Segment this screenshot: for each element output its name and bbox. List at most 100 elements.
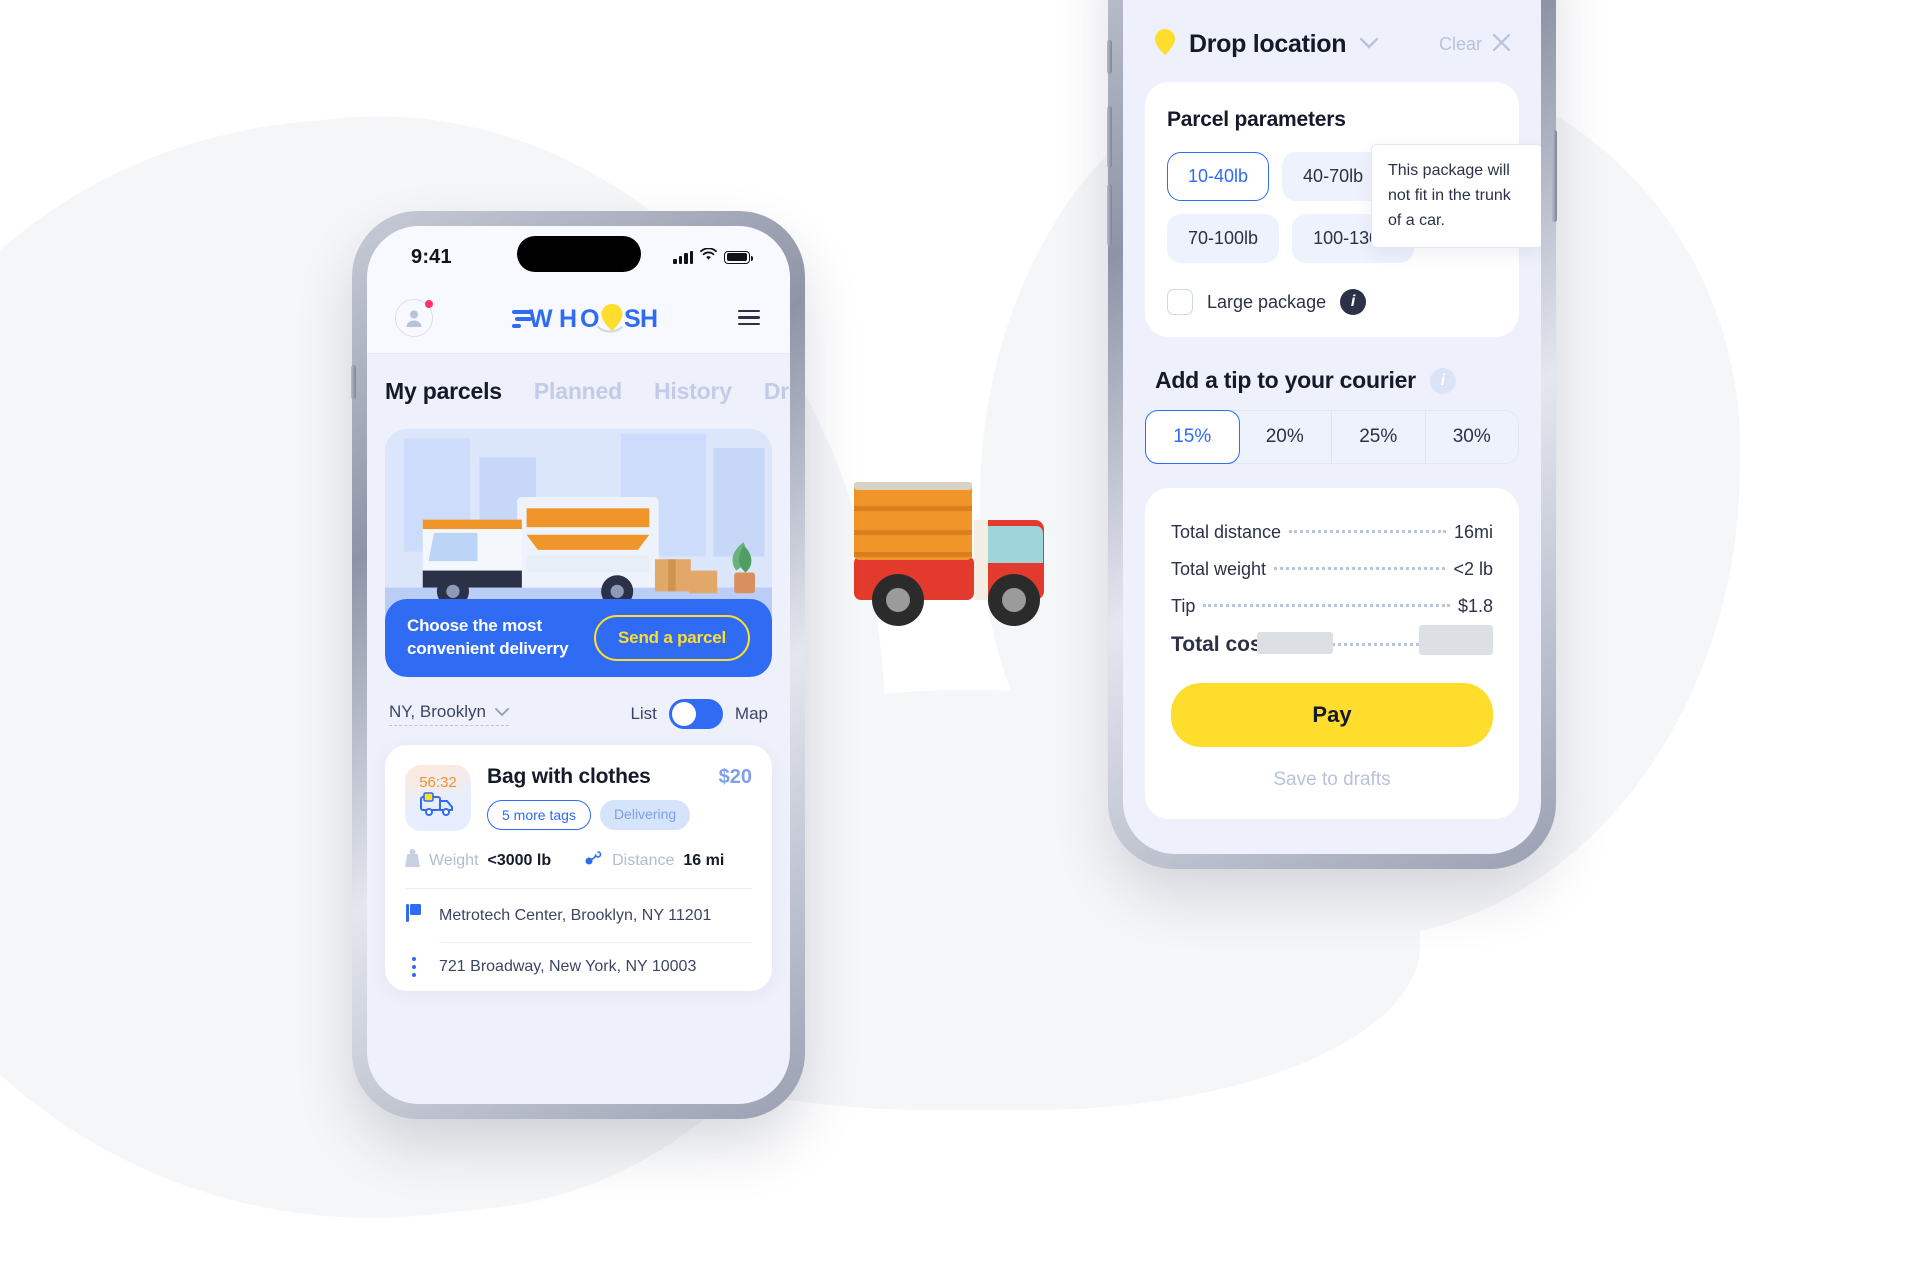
phone-silent-button [1107, 40, 1112, 74]
distance-meta: Distance 16 mi [585, 849, 724, 872]
location-selector[interactable]: NY, Brooklyn [389, 702, 510, 726]
weight-option-70-100[interactable]: 70-100lb [1167, 214, 1280, 263]
dropoff-address-row[interactable]: 721 Broadway, New York, NY 10003 [405, 943, 752, 991]
tab-drafts[interactable]: Dr [764, 378, 789, 405]
info-icon[interactable]: i [1340, 289, 1367, 315]
svg-text:H: H [640, 305, 658, 333]
save-to-drafts-button[interactable]: Save to drafts [1171, 747, 1493, 795]
banner-line-2: convenient deliverry [407, 639, 569, 658]
weight-icon [405, 849, 420, 872]
tab-history[interactable]: History [654, 378, 732, 405]
large-package-checkbox[interactable] [1167, 289, 1193, 315]
wifi-icon [700, 247, 717, 266]
view-map-label: Map [734, 704, 768, 723]
parcel-thumbnail: 56:32 [405, 765, 471, 831]
svg-text:H: H [559, 305, 577, 333]
svg-text:W: W [529, 305, 553, 333]
banner-line-1: Choose the most [407, 616, 542, 636]
drop-location-title-group[interactable]: Drop location [1155, 29, 1379, 60]
cost-summary-card: Total distance 16mi Total weight <2 lb T… [1145, 488, 1519, 819]
tip-option-30[interactable]: 30% [1426, 411, 1519, 463]
status-bar: 9:41 [367, 226, 790, 282]
parcel-title-row: Bag with clothes $20 [487, 765, 752, 789]
summary-label: Total distance [1171, 522, 1282, 542]
dropoff-address: 721 Broadway, New York, NY 10003 [439, 958, 697, 975]
delivery-truck-emoji [854, 482, 1044, 626]
total-cost-label: Total cost [1171, 633, 1269, 656]
battery-icon [724, 250, 753, 264]
tip-info-icon[interactable]: i [1429, 367, 1456, 394]
weight-option-10-40[interactable]: 10-40lb [1167, 152, 1270, 201]
dot-leader [1289, 530, 1446, 533]
view-list-label: List [630, 704, 657, 723]
app-header: W H O S H [367, 282, 790, 354]
tab-label: My parcels [385, 378, 502, 404]
tip-option-20[interactable]: 20% [1239, 411, 1332, 463]
pickup-address-row[interactable]: Metrotech Center, Brooklyn, NY 11201 [405, 889, 752, 942]
chevron-down-icon[interactable] [1360, 36, 1379, 54]
weight-option-40-70[interactable]: 40-70lb [1282, 152, 1385, 201]
clear-label: Clear [1438, 34, 1482, 54]
close-x-icon[interactable] [1492, 33, 1511, 57]
view-toggle[interactable]: List Map [630, 699, 768, 729]
drop-location-title: Drop location [1189, 30, 1347, 58]
tab-bar: My parcels Planned History Dr [367, 354, 790, 419]
summary-value: $1.8 [1457, 596, 1493, 616]
tab-my-parcels[interactable]: My parcels [383, 378, 504, 405]
switch-knob [671, 702, 696, 726]
parcel-tags: 5 more tags Delivering [487, 800, 752, 830]
summary-value: 16mi [1453, 522, 1493, 542]
large-package-label: Large package [1207, 291, 1327, 312]
filter-row: NY, Brooklyn List Map [367, 677, 790, 745]
delivery-truck-icon [418, 791, 458, 823]
weight-meta: Weight <3000 lb [405, 849, 551, 872]
summary-label: Total weight [1171, 559, 1267, 579]
status-time: 9:41 [411, 245, 452, 268]
dot-leader [1203, 604, 1450, 607]
large-package-tooltip: This package will not fit in the trunk o… [1371, 144, 1541, 249]
tip-options-group: 15% 20% 25% 30% [1145, 410, 1519, 464]
distance-label: Distance [612, 851, 675, 869]
svg-text:S: S [624, 305, 641, 333]
tag-more-tags[interactable]: 5 more tags [487, 800, 591, 830]
whoosh-logo: W H O S H [511, 300, 660, 336]
tab-planned[interactable]: Planned [534, 378, 622, 405]
summary-row-total-weight: Total weight <2 lb [1171, 551, 1493, 588]
summary-label: Tip [1171, 596, 1196, 616]
parcel-price: $20 [718, 766, 752, 788]
tip-option-15[interactable]: 15% [1145, 410, 1240, 464]
parcel-parameters-title: Parcel parameters [1167, 108, 1346, 131]
notification-dot [425, 299, 433, 308]
phone-silent-button [351, 365, 356, 399]
phone-screen-left: 9:41 W H O S H My parcels Planned Histor… [367, 226, 790, 1104]
route-dots-icon [405, 957, 423, 977]
route-pin-icon [585, 849, 603, 872]
flag-icon [405, 903, 423, 928]
status-badge: Delivering [599, 800, 691, 830]
dynamic-island [516, 236, 641, 272]
clear-button[interactable]: Clear [1439, 33, 1511, 57]
parcel-card-top: 56:32 Bag with clothes $20 5 more tags D… [405, 765, 752, 831]
large-package-row[interactable]: Large package i [1167, 289, 1497, 315]
avatar[interactable] [395, 298, 433, 337]
parcel-card[interactable]: 56:32 Bag with clothes $20 5 more tags D… [385, 745, 772, 991]
redaction-block-left [1257, 632, 1333, 654]
phone-screen-right: Drop location Clear Parcel parameters 10… [1123, 0, 1541, 854]
dot-leader [1274, 567, 1446, 570]
summary-row-total-distance: Total distance 16mi [1171, 514, 1493, 551]
summary-row-tip: Tip $1.8 [1171, 588, 1493, 625]
banner-cta: Choose the most convenient deliverry Sen… [385, 599, 772, 677]
list-map-switch[interactable] [668, 699, 723, 729]
pickup-address: Metrotech Center, Brooklyn, NY 11201 [439, 906, 712, 924]
tip-option-25[interactable]: 25% [1332, 411, 1426, 463]
signal-bars-icon [673, 250, 693, 264]
parcel-card-main: Bag with clothes $20 5 more tags Deliver… [487, 765, 752, 830]
promo-banner[interactable]: Choose the most convenient deliverry Sen… [385, 429, 772, 677]
pay-button[interactable]: Pay [1171, 683, 1493, 747]
hamburger-menu-icon[interactable] [738, 309, 760, 326]
send-a-parcel-button[interactable]: Send a parcel [594, 615, 750, 661]
phone-mockup-left: 9:41 W H O S H My parcels Planned Histor… [351, 211, 805, 1119]
parcel-timer: 56:32 [419, 773, 457, 791]
phone-volume-down-button [1107, 184, 1112, 246]
location-label: NY, Brooklyn [389, 702, 487, 721]
